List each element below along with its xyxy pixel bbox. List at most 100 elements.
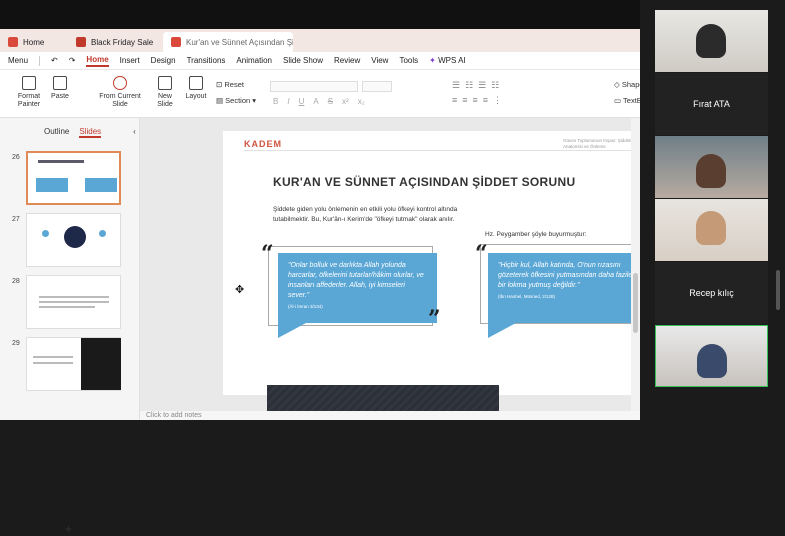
slide-number: 27 xyxy=(12,216,20,223)
quote-left-box: "Onlar bolluk ve darlıkta Allah yolunda … xyxy=(278,253,437,323)
tab-home-label: Home xyxy=(23,37,45,47)
play-icon xyxy=(113,76,127,90)
slide-number: 26 xyxy=(12,154,20,161)
quote-right-box: "Hiçbir kul, Allah katında, O'nun rızası… xyxy=(488,253,640,323)
menu-home[interactable]: Home xyxy=(86,55,109,67)
slide-number: 29 xyxy=(12,340,20,347)
panel-tabs: Outline Slides ‹ xyxy=(0,118,139,138)
participant-avatar xyxy=(696,154,726,188)
paste-label: Paste xyxy=(51,93,69,100)
sale-icon xyxy=(76,37,86,47)
quote-left-tail xyxy=(278,323,306,338)
slide-thumbnail[interactable] xyxy=(26,275,121,329)
quote-right-tail xyxy=(488,323,516,338)
vertical-scrollbar[interactable] xyxy=(631,118,640,411)
wps-logo-icon xyxy=(8,37,18,47)
participant-tile-5[interactable]: Recep kılıç xyxy=(655,262,768,324)
quote-left-source: (Âl-i İmran 3/134) xyxy=(288,304,323,309)
menu-animation[interactable]: Animation xyxy=(236,56,272,65)
participant-avatar xyxy=(696,211,726,245)
presentation-file-icon xyxy=(171,37,181,47)
slides-panel: Outline Slides ‹ 26 27 28 29 + xyxy=(0,118,140,536)
paste-button[interactable]: Paste xyxy=(46,76,74,101)
menu-transitions[interactable]: Transitions xyxy=(187,56,226,65)
quote-right-source: (İbn Hanbel, Müsned, 2/128) xyxy=(498,294,556,299)
participant-avatar xyxy=(697,344,727,378)
participant-video-4[interactable] xyxy=(655,199,768,261)
wps-ai-button[interactable]: ✦ WPS AI xyxy=(429,56,466,65)
participant-tile-2[interactable]: Fırat ATA xyxy=(655,73,768,135)
section-label: Section xyxy=(225,96,251,105)
strikethrough-icon[interactable]: S xyxy=(328,97,333,106)
menu-button[interactable]: Menu xyxy=(8,56,28,65)
format-painter-icon xyxy=(22,76,36,90)
menu-bar: Menu ↶ ↷ Home Insert Design Transitions … xyxy=(0,52,640,70)
reset-label: Reset xyxy=(224,80,244,89)
from-current-slide-button[interactable]: From Current Slide xyxy=(96,76,144,109)
paragraph-tools: ☰☷☰☷ xyxy=(452,80,505,90)
slide-number: 28 xyxy=(12,278,20,285)
font-family-select[interactable] xyxy=(270,81,358,92)
close-quote-icon: ” xyxy=(428,306,441,332)
layout-icon xyxy=(189,76,203,90)
slide-thumbnail[interactable] xyxy=(26,213,121,267)
tab-presentation[interactable]: Kur'an ve Sünnet Açısından Şiddet... xyxy=(163,32,293,52)
bold-icon[interactable]: B xyxy=(273,97,278,106)
layout-label: Layout xyxy=(185,93,207,100)
menu-review[interactable]: Review xyxy=(334,56,360,65)
slide-canvas: KADEM Güven Toplumunun İnşası: Şiddetin … xyxy=(140,118,640,420)
new-slide-button[interactable]: New Slide xyxy=(151,76,179,109)
new-slide-label: New Slide xyxy=(157,93,173,108)
reset-button[interactable]: ⊡ Reset xyxy=(216,80,244,89)
add-slide-icon[interactable]: + xyxy=(65,522,72,536)
scrollbar-thumb[interactable] xyxy=(633,273,638,333)
subscript-icon[interactable]: x₂ xyxy=(358,97,365,106)
slide-thumbnail[interactable] xyxy=(26,337,121,391)
slide-header-divider xyxy=(244,150,640,151)
slide-thumbnail[interactable] xyxy=(26,151,121,205)
move-cursor-icon: ✥ xyxy=(235,284,245,296)
participant-avatar xyxy=(696,24,726,58)
participant-video-6[interactable] xyxy=(655,325,768,387)
superscript-icon[interactable]: x² xyxy=(342,97,349,106)
shadow-icon[interactable]: A xyxy=(313,97,318,106)
tab-outline[interactable]: Outline xyxy=(44,127,69,138)
menu-slide-show[interactable]: Slide Show xyxy=(283,56,323,65)
video-call-panel: Fırat ATA Recep kılıç xyxy=(640,0,785,420)
document-tab-bar: Home Black Friday Sale Kur'an ve Sünnet … xyxy=(0,29,640,52)
font-style-group: B I U A S x² x₂ xyxy=(273,97,365,106)
menu-view[interactable]: View xyxy=(371,56,388,65)
wps-ai-label: WPS AI xyxy=(438,56,466,65)
from-current-slide-label: From Current Slide xyxy=(99,93,141,108)
format-painter-button[interactable]: Format Painter xyxy=(12,76,46,109)
slide-intro-text: Şiddete giden yolu önlemenin en etkili y… xyxy=(273,206,458,223)
collapse-panel-icon[interactable]: ‹ xyxy=(133,127,136,138)
layout-button[interactable]: Layout xyxy=(181,76,211,101)
section-button[interactable]: ▤ Section ▾ xyxy=(216,96,256,105)
participant-name: Fırat ATA xyxy=(693,99,730,109)
video-panel-scrollbar[interactable] xyxy=(776,270,780,310)
participant-video-3[interactable] xyxy=(655,136,768,198)
tab-black-friday[interactable]: Black Friday Sale xyxy=(68,32,163,52)
undo-icon[interactable]: ↶ xyxy=(51,56,58,65)
participant-name: Recep kılıç xyxy=(689,288,734,298)
participant-video-1[interactable] xyxy=(655,10,768,72)
paste-icon xyxy=(53,76,67,90)
tab-slides[interactable]: Slides xyxy=(79,127,102,138)
quote-right-text: "Hiçbir kul, Allah katında, O'nun rızası… xyxy=(498,262,638,289)
slide-header-text: Güven Toplumunun İnşası: Şiddetin Anatom… xyxy=(563,138,634,149)
font-size-select[interactable] xyxy=(362,81,392,92)
italic-icon[interactable]: I xyxy=(287,97,289,106)
new-slide-icon xyxy=(158,76,172,90)
menu-design[interactable]: Design xyxy=(151,56,176,65)
open-quote-icon: “ xyxy=(261,241,274,267)
alignment-tools: ≡≡≡≡⋮ xyxy=(452,95,508,105)
redo-icon[interactable]: ↷ xyxy=(69,56,76,65)
tab-home[interactable]: Home xyxy=(0,32,68,52)
notes-placeholder[interactable]: Click to add notes xyxy=(140,411,640,420)
open-quote-icon: “ xyxy=(475,241,488,267)
underline-icon[interactable]: U xyxy=(299,97,305,106)
menu-insert[interactable]: Insert xyxy=(120,56,140,65)
menu-tools[interactable]: Tools xyxy=(399,56,418,65)
current-slide[interactable]: KADEM Güven Toplumunun İnşası: Şiddetin … xyxy=(223,131,640,395)
